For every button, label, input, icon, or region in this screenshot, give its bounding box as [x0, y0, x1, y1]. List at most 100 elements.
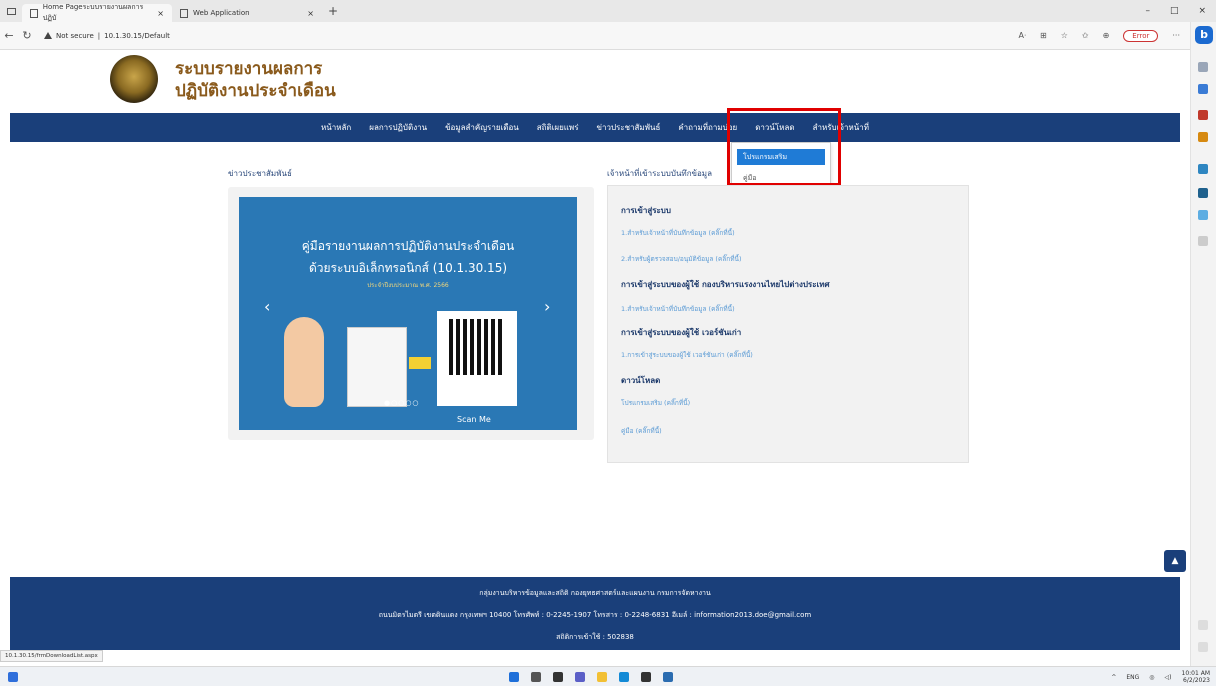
page-icon [180, 8, 188, 18]
highlight-box [727, 108, 841, 186]
browser-toolbar: Aᐧ ⊞ ☆ ✩ ⊕ Error ··· [1018, 29, 1216, 42]
manual-image [347, 327, 407, 407]
sidebar-layout-icon[interactable] [1198, 620, 1208, 630]
nav-home[interactable]: หน้าหลัก [312, 121, 360, 134]
taskbar: ^ ENG ◎ ◁) 10:01 AM 6/2/2023 [0, 666, 1216, 686]
games-icon[interactable] [1198, 132, 1208, 142]
logo-emblem[interactable] [110, 55, 158, 103]
footer: กลุ่มงานบริหารข้อมูลและสถิติ กองยุทธศาสต… [10, 577, 1180, 650]
staff-login-link[interactable]: 1.สำหรับเจ้าหน้าที่บันทึกข้อมูล (คลิ๊กที… [621, 228, 735, 238]
chat-icon[interactable] [575, 672, 585, 682]
warning-icon [44, 32, 52, 39]
addon-download-link[interactable]: โปรแกรมเสริม (คลิ๊กที่นี้) [621, 398, 690, 408]
mail-icon[interactable] [663, 672, 673, 682]
banner-title: คู่มือรายงานผลการปฏิบัติงานประจำเดือน [301, 239, 515, 253]
collections-icon[interactable]: ⊕ [1103, 31, 1110, 40]
read-aloud-icon[interactable]: Aᐧ [1018, 31, 1026, 40]
window-controls: – □ × [1145, 6, 1216, 16]
login-heading: การเข้าสู่ระบบ [621, 206, 671, 215]
footer-org: กลุ่มงานบริหารข้อมูลและสถิติ กองยุทธศาสต… [479, 589, 711, 597]
main-navigation: หน้าหลัก ผลการปฏิบัติงาน ข้อมูลสำคัญรายเ… [10, 113, 1180, 142]
office-icon[interactable] [1198, 164, 1208, 174]
news-banner[interactable]: คู่มือรายงานผลการปฏิบัติงานประจำเดือน ด้… [239, 197, 577, 430]
staff-panel: การเข้าสู่ระบบ 1.สำหรับเจ้าหน้าที่บันทึก… [607, 185, 969, 463]
site-title[interactable]: ระบบรายงานผลการ ปฏิบัติงานประจำเดือน [175, 58, 336, 102]
more-icon[interactable]: ··· [1172, 31, 1180, 40]
security-label: Not secure [56, 31, 94, 40]
url-field[interactable]: Not secure | 10.1.30.15/Default [44, 32, 170, 40]
tab-home-page[interactable]: Home Pageระบบรายงานผลการปฏิบั × [22, 3, 172, 22]
status-bar-url: 10.1.30.15/frmDownloadList.aspx [0, 650, 103, 662]
arrow-icon [409, 357, 431, 369]
browser-tab-bar: Home Pageระบบรายงานผลการปฏิบั × Web Appl… [0, 0, 1216, 22]
web-page: ระบบรายงานผลการ ปฏิบัติงานประจำเดือน หน้… [0, 50, 1190, 666]
network-icon[interactable]: ◎ [1149, 674, 1154, 681]
download-heading: ดาวน์โหลด [621, 376, 661, 385]
refresh-icon[interactable]: ↻ [18, 29, 36, 42]
footer-visit-count: สถิติการเข้าใช้ : 502838 [556, 633, 634, 641]
close-tab-icon[interactable]: × [157, 9, 164, 18]
store-icon[interactable] [641, 672, 651, 682]
back-to-top-button[interactable]: ▲ [1164, 550, 1186, 572]
overseas-login-link[interactable]: 1.สำหรับเจ้าหน้าที่บันทึกข้อมูล (คลิ๊กที… [621, 304, 735, 314]
close-window-button[interactable]: × [1198, 6, 1206, 16]
manual-download-link[interactable]: คู่มือ (คลิ๊กที่นี้) [621, 426, 662, 436]
tab-label: Web Application [193, 9, 250, 17]
scan-me-label: Scan Me [457, 415, 491, 424]
telegram-icon[interactable] [1198, 210, 1208, 220]
search-icon[interactable] [531, 672, 541, 682]
favorites-icon[interactable]: ✩ [1082, 31, 1089, 40]
carousel-prev-icon[interactable]: ‹ [264, 297, 270, 316]
clock[interactable]: 10:01 AM 6/2/2023 [1182, 670, 1210, 684]
settings-icon[interactable] [1198, 642, 1208, 652]
immersive-reader-icon[interactable]: ⊞ [1040, 31, 1047, 40]
volume-icon[interactable]: ◁) [1165, 674, 1172, 681]
minimize-button[interactable]: – [1145, 6, 1150, 16]
carousel-next-icon[interactable]: › [544, 297, 550, 316]
nav-monthly-data[interactable]: ข้อมูลสำคัญรายเดือน [436, 121, 528, 134]
banner-subtitle: ด้วยระบบอิเล็กทรอนิกส์ (10.1.30.15) [308, 261, 508, 275]
file-explorer-icon[interactable] [597, 672, 607, 682]
widgets-icon[interactable] [8, 672, 18, 682]
old-version-heading: การเข้าสู่ระบบของผู้ใช้ เวอร์ชันเก่า [621, 328, 742, 337]
maximize-button[interactable]: □ [1170, 6, 1179, 16]
system-tray: ^ ENG ◎ ◁) 10:01 AM 6/2/2023 [1111, 670, 1210, 684]
chevron-up-icon[interactable]: ^ [1111, 674, 1116, 681]
edge-icon[interactable] [619, 672, 629, 682]
url-text: 10.1.30.15/Default [104, 31, 170, 40]
task-view-icon[interactable] [553, 672, 563, 682]
favorite-icon[interactable]: ☆ [1061, 31, 1068, 40]
window-menu-icon[interactable] [0, 0, 22, 22]
staff-heading: เจ้าหน้าที่เข้าระบบบันทึกข้อมูล [607, 169, 712, 178]
search-icon[interactable] [1198, 62, 1208, 72]
address-bar: ← ↻ Not secure | 10.1.30.15/Default Aᐧ ⊞… [0, 22, 1216, 50]
approver-login-link[interactable]: 2.สำหรับผู้ตรวจสอบ/อนุมัติข้อมูล (คลิ๊กท… [621, 254, 742, 264]
girl-illustration [284, 317, 324, 407]
nav-performance[interactable]: ผลการปฏิบัติงาน [360, 121, 436, 134]
carousel-indicators[interactable]: ●○○○○ [384, 399, 420, 407]
news-heading: ข่าวประชาสัมพันธ์ [228, 169, 292, 178]
shopping-icon[interactable] [1198, 84, 1208, 94]
old-version-link[interactable]: 1.การเข้าสู่ระบบของผู้ใช้ เวอร์ชันเก่า (… [621, 350, 753, 360]
qr-code [437, 311, 517, 406]
back-icon[interactable]: ← [0, 29, 18, 42]
add-icon[interactable] [1198, 236, 1208, 246]
browser-sidebar: b [1190, 22, 1216, 666]
tools-icon[interactable] [1198, 110, 1208, 120]
overseas-login-heading: การเข้าสู่ระบบของผู้ใช้ กองบริหารแรงงานไ… [621, 280, 830, 289]
footer-contact: ถนนมิตรไมตรี เขตดินแดง กรุงเทพฯ 10400 โท… [378, 611, 812, 619]
banner-fiscal-year: ประจำปีงบประมาณ พ.ศ. 2566 [367, 282, 449, 289]
tab-web-application[interactable]: Web Application × [172, 4, 322, 22]
start-icon[interactable] [509, 672, 519, 682]
page-icon [30, 8, 38, 18]
new-tab-button[interactable]: + [328, 4, 338, 18]
nav-news[interactable]: ข่าวประชาสัมพันธ์ [588, 121, 670, 134]
outlook-icon[interactable] [1198, 188, 1208, 198]
nav-statistics[interactable]: สถิติเผยแพร่ [528, 121, 588, 134]
tab-label: Home Pageระบบรายงานผลการปฏิบั [42, 3, 144, 22]
bing-icon[interactable]: b [1195, 26, 1213, 44]
qr-pattern [449, 319, 505, 375]
close-tab-icon[interactable]: × [307, 9, 314, 18]
error-button[interactable]: Error [1123, 29, 1159, 42]
language-indicator[interactable]: ENG [1126, 674, 1139, 681]
